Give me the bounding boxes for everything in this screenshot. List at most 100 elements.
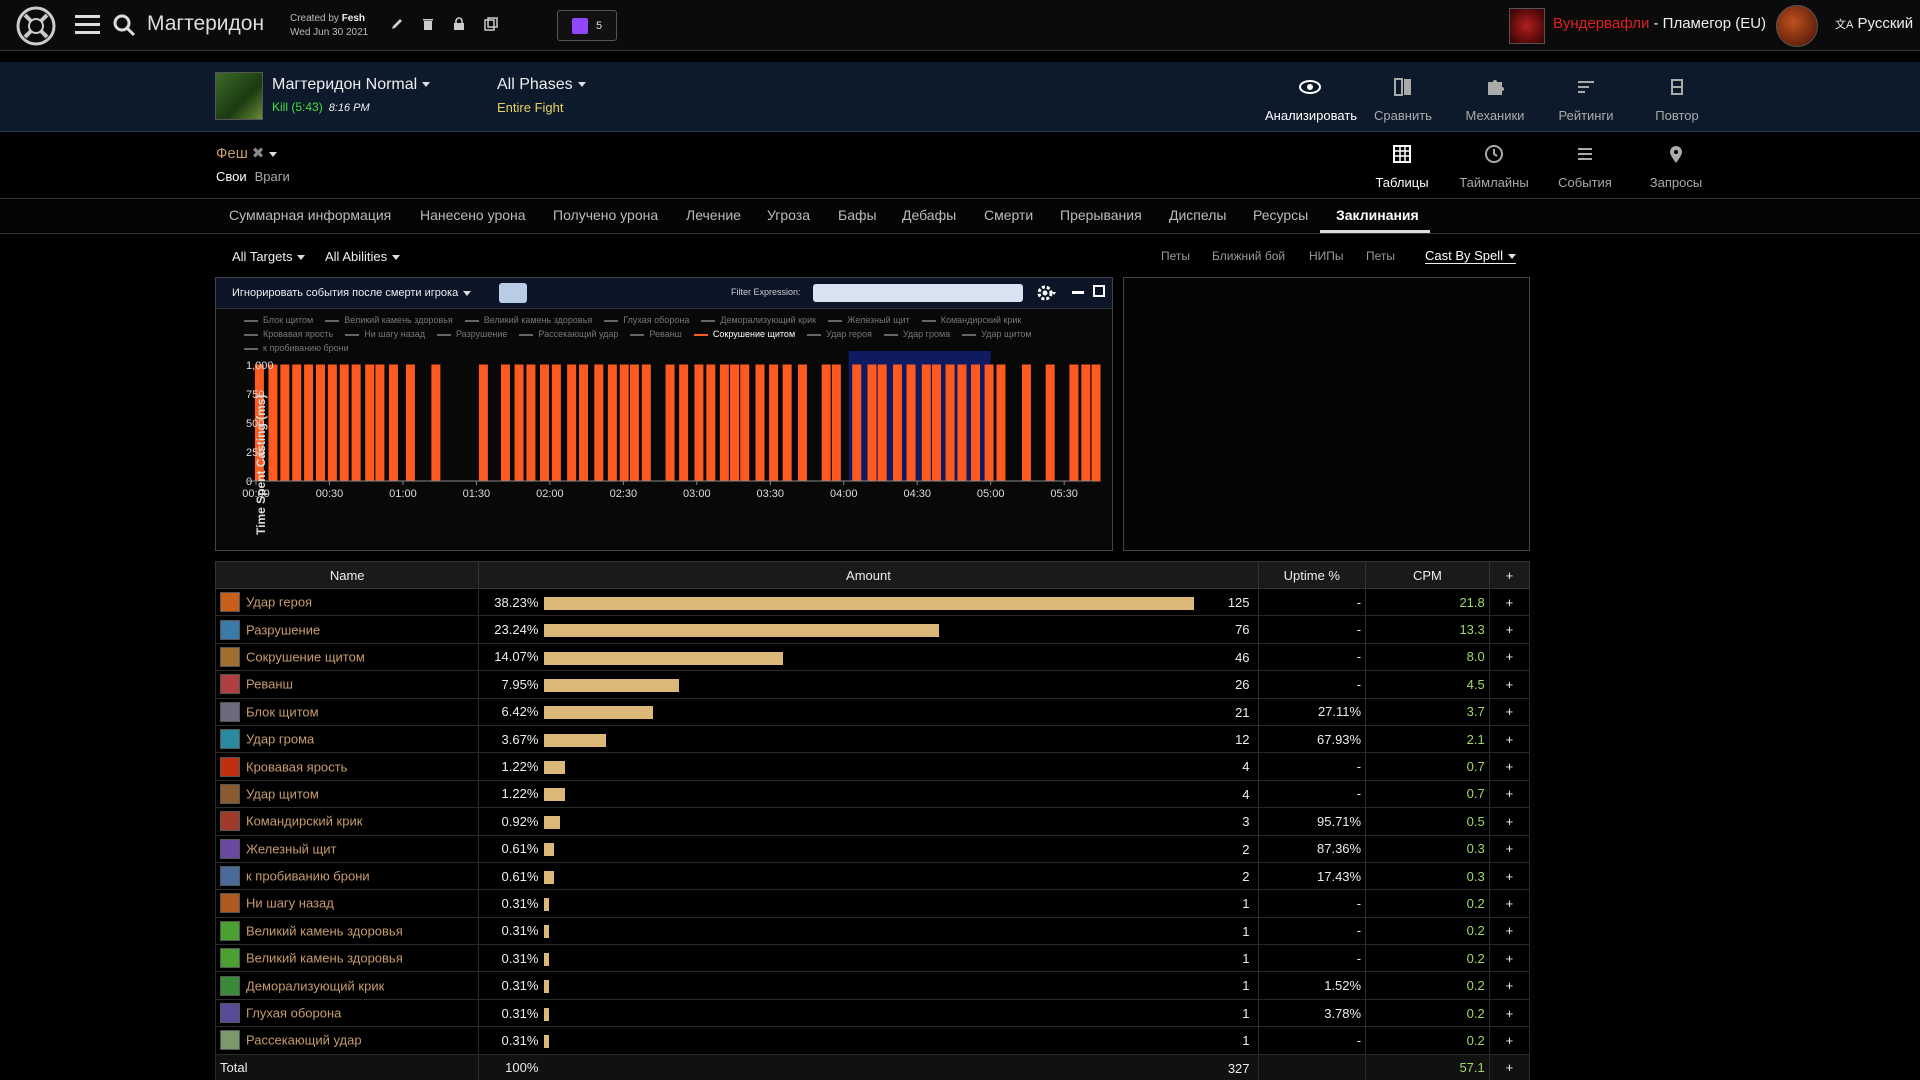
cast-by-selector[interactable]: Cast By Spell — [1425, 248, 1517, 264]
table-row[interactable]: Блок щитом 6.42% 21 27.11% 3.7 + — [214, 697, 1531, 726]
col-uptime[interactable]: Uptime % — [1257, 561, 1367, 589]
nav-rankings[interactable]: Рейтинги — [1541, 77, 1631, 123]
tab-buffs[interactable]: Бафы — [838, 207, 877, 223]
spell-name[interactable]: Сокрушение щитом — [246, 649, 365, 664]
expand-row-button[interactable]: + — [1488, 587, 1531, 617]
col-cpm[interactable]: CPM — [1365, 561, 1490, 589]
targets-filter[interactable]: All Targets — [232, 249, 306, 264]
expand-row-button[interactable]: + — [1488, 752, 1531, 781]
spell-name[interactable]: Удар героя — [246, 595, 312, 610]
expand-row-button[interactable]: + — [1488, 642, 1531, 672]
side-friendly[interactable]: Свои — [216, 169, 247, 184]
spell-name[interactable]: Железный щит — [246, 841, 336, 856]
expand-total-button[interactable]: + — [1488, 1053, 1531, 1080]
twitch-button[interactable]: 5 — [557, 10, 617, 41]
table-row[interactable]: Железный щит 0.61% 2 87.36% 0.3 + — [214, 834, 1531, 863]
expand-row-button[interactable]: + — [1488, 697, 1531, 726]
table-row[interactable]: Удар грома 3.67% 12 67.93% 2.1 + — [214, 724, 1531, 754]
spell-name[interactable]: Деморализующий крик — [246, 978, 384, 993]
spell-name[interactable]: Великий камень здоровья — [246, 951, 403, 966]
expand-row-button[interactable]: + — [1488, 1026, 1531, 1055]
nav-analyze[interactable]: Анализировать — [1265, 77, 1357, 123]
table-row[interactable]: Удар героя 38.23% 125-21.8 + — [214, 587, 1531, 617]
filter-pets[interactable]: Петы — [1161, 249, 1190, 263]
table-row[interactable]: Сокрушение щитом 14.07% 46-8.0 + — [214, 642, 1531, 672]
menu-icon[interactable] — [75, 15, 100, 35]
expand-row-button[interactable]: + — [1488, 779, 1531, 809]
user-avatar[interactable] — [1776, 5, 1818, 47]
search-icon[interactable] — [112, 13, 136, 37]
col-name[interactable]: Name — [214, 561, 480, 589]
tab-summary[interactable]: Суммарная информация — [229, 207, 391, 223]
table-row[interactable]: Рассекающий удар 0.31% 1-0.2 + — [214, 1026, 1531, 1055]
spell-name[interactable]: Удар щитом — [246, 786, 319, 801]
spell-name[interactable]: Великий камень здоровья — [246, 923, 403, 938]
language-selector[interactable]: 文A Русский — [1835, 15, 1913, 32]
guild-name[interactable]: Вундервафли - Пламегор (EU) — [1553, 15, 1766, 32]
table-row[interactable]: Великий камень здоровья 0.31% 1-0.2 + — [214, 916, 1531, 946]
view-queries[interactable]: Запросы — [1631, 144, 1721, 190]
table-row[interactable]: Великий камень здоровья 0.31% 1-0.2 + — [214, 944, 1531, 973]
filter-melee[interactable]: Ближний бой — [1212, 249, 1285, 263]
expand-row-button[interactable]: + — [1488, 998, 1531, 1028]
spell-name[interactable]: Реванш — [246, 677, 293, 692]
close-icon[interactable]: ✖ — [252, 145, 265, 162]
tab-debuffs[interactable]: Дебафы — [902, 207, 956, 223]
boss-selector[interactable]: Магтеридон Normal — [272, 76, 431, 94]
spell-name[interactable]: Блок щитом — [246, 704, 319, 719]
copy-icon[interactable] — [484, 17, 498, 31]
side-enemies[interactable]: Враги — [255, 169, 290, 184]
tab-deaths[interactable]: Смерти — [984, 207, 1033, 223]
table-row[interactable]: Кровавая ярость 1.22% 4-0.7 + — [214, 752, 1531, 781]
expand-row-button[interactable]: + — [1488, 861, 1531, 891]
guild-emblem-icon[interactable] — [1509, 8, 1545, 44]
spell-name[interactable]: Разрушение — [246, 622, 320, 637]
col-add[interactable]: + — [1488, 561, 1531, 589]
tab-threat[interactable]: Угроза — [767, 207, 810, 223]
expand-row-button[interactable]: + — [1488, 615, 1531, 644]
col-amount[interactable]: Amount — [478, 561, 1259, 589]
spell-name[interactable]: к пробиванию брони — [246, 869, 370, 884]
table-row[interactable]: Командирский крик 0.92% 3 95.71% 0.5 + — [214, 807, 1531, 836]
nav-replay[interactable]: Повтор — [1632, 77, 1722, 123]
nav-mechanics[interactable]: Механики — [1450, 77, 1540, 123]
spell-name[interactable]: Кровавая ярость — [246, 759, 347, 774]
spell-name[interactable]: Глухая оборона — [246, 1006, 341, 1021]
created-by-user[interactable]: Fesh — [342, 13, 365, 24]
expand-row-button[interactable]: + — [1488, 724, 1531, 754]
expand-row-button[interactable]: + — [1488, 834, 1531, 863]
table-row[interactable]: Ни шагу назад 0.31% 1-0.2 + — [214, 889, 1531, 918]
expand-row-button[interactable]: + — [1488, 916, 1531, 946]
expand-row-button[interactable]: + — [1488, 944, 1531, 973]
nav-compare[interactable]: Сравнить — [1358, 77, 1448, 123]
table-row[interactable]: Глухая оборона 0.31% 1 3.78% 0.2 + — [214, 998, 1531, 1028]
tab-damage-taken[interactable]: Получено урона — [553, 207, 658, 223]
spell-name[interactable]: Командирский крик — [246, 814, 362, 829]
table-row[interactable]: Удар щитом 1.22% 4-0.7 + — [214, 779, 1531, 809]
site-logo-icon[interactable] — [15, 5, 57, 47]
expand-row-button[interactable]: + — [1488, 670, 1531, 699]
abilities-filter[interactable]: All Abilities — [325, 249, 401, 264]
view-timelines[interactable]: Таймлайны — [1449, 144, 1539, 190]
filter-pets-2[interactable]: Петы — [1366, 249, 1395, 263]
tab-dispels[interactable]: Диспелы — [1169, 207, 1226, 223]
tab-resources[interactable]: Ресурсы — [1253, 207, 1308, 223]
spell-name[interactable]: Удар грома — [246, 732, 314, 747]
view-events[interactable]: События — [1540, 144, 1630, 190]
filter-npcs[interactable]: НИПы — [1309, 249, 1344, 263]
spell-name[interactable]: Ни шагу назад — [246, 896, 334, 911]
trash-icon[interactable] — [421, 17, 435, 31]
expand-row-button[interactable]: + — [1488, 971, 1531, 1000]
view-tables[interactable]: Таблицы — [1357, 144, 1447, 190]
edit-icon[interactable] — [390, 17, 404, 31]
table-row[interactable]: Деморализующий крик 0.31% 1 1.52% 0.2 + — [214, 971, 1531, 1000]
tab-casts[interactable]: Заклинания — [1336, 207, 1419, 223]
expand-row-button[interactable]: + — [1488, 807, 1531, 836]
tab-damage-done[interactable]: Нанесено урона — [420, 207, 526, 223]
player-selector[interactable]: Феш ✖ — [216, 144, 278, 162]
expand-row-button[interactable]: + — [1488, 889, 1531, 918]
tab-interrupts[interactable]: Прерывания — [1060, 207, 1142, 223]
lock-icon[interactable] — [452, 17, 466, 31]
table-row[interactable]: Разрушение 23.24% 76-13.3 + — [214, 615, 1531, 644]
table-row[interactable]: к пробиванию брони 0.61% 2 17.43% 0.3 + — [214, 861, 1531, 891]
